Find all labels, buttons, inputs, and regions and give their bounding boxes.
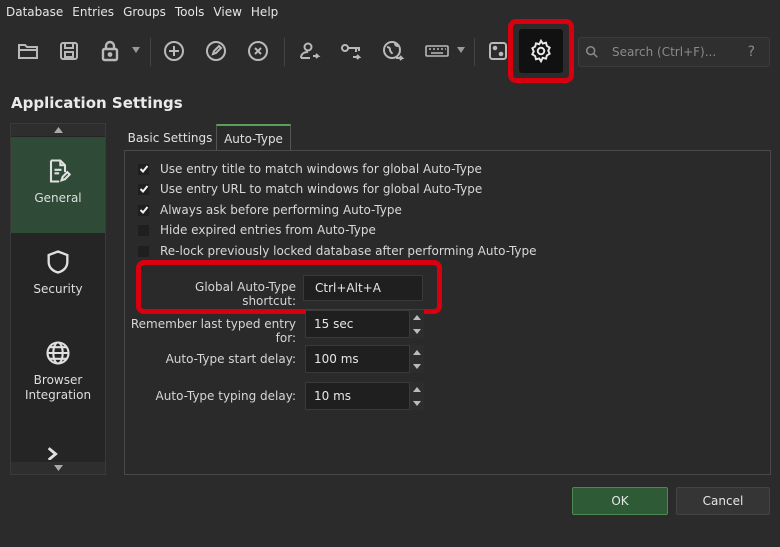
add-entry-icon[interactable] — [161, 38, 187, 64]
ok-button[interactable]: OK — [572, 487, 668, 515]
typing-delay-input[interactable]: 10 ms — [305, 382, 410, 410]
option-label: Hide expired entries from Auto-Type — [160, 223, 376, 237]
chevron-up-icon[interactable] — [413, 314, 421, 320]
toolbar-separator — [284, 38, 285, 66]
menu-database[interactable]: Database — [6, 0, 63, 24]
tab-basic-settings[interactable]: Basic Settings — [125, 124, 215, 151]
category-terminal[interactable] — [11, 440, 105, 460]
checkbox-unchecked[interactable] — [137, 244, 150, 258]
option-always-ask[interactable]: Always ask before performing Auto-Type — [137, 202, 402, 218]
option-label: Use entry URL to match windows for globa… — [160, 182, 483, 196]
settings-button[interactable] — [519, 29, 563, 73]
start-delay-stepper[interactable] — [410, 345, 424, 373]
category-label: General — [34, 191, 82, 205]
auto-type-icon[interactable] — [422, 38, 452, 64]
toolbar-separator — [150, 38, 151, 66]
cancel-button[interactable]: Cancel — [676, 487, 770, 515]
search-input[interactable]: Search (Ctrl+F)... ? — [578, 37, 770, 67]
option-label: Use entry title to match windows for glo… — [160, 162, 482, 176]
edit-entry-icon[interactable] — [203, 38, 229, 64]
remember-entry-input[interactable]: 15 sec — [305, 310, 410, 338]
copy-username-icon[interactable] — [296, 38, 322, 64]
typing-delay-stepper[interactable] — [410, 382, 424, 410]
checkbox-checked[interactable] — [137, 203, 150, 217]
category-scroll-up-button[interactable] — [11, 124, 105, 136]
shortcut-label: Global Auto-Type shortcut: — [195, 280, 296, 308]
lock-database-icon[interactable] — [97, 38, 123, 64]
delete-entry-icon[interactable] — [245, 38, 271, 64]
search-help-button[interactable]: ? — [748, 44, 755, 60]
menu-groups[interactable]: Groups — [123, 0, 166, 24]
checkbox-checked[interactable] — [137, 182, 150, 196]
chevron-down-icon[interactable] — [413, 328, 421, 334]
menu-tools[interactable]: Tools — [175, 0, 205, 24]
menu-help[interactable]: Help — [251, 0, 278, 24]
open-database-icon[interactable] — [15, 38, 41, 64]
chevron-up-icon[interactable] — [413, 386, 421, 392]
category-browser-integration[interactable]: Browser Integration — [11, 336, 105, 436]
remember-entry-label: Remember last typed entry for: — [130, 317, 296, 345]
lock-menu-chevron-down-icon[interactable] — [132, 46, 140, 54]
settings-category-list: General Security Browser Integration — [10, 123, 106, 475]
category-security[interactable]: Security — [11, 244, 105, 334]
page-title: Application Settings — [11, 94, 183, 112]
terminal-icon — [44, 440, 72, 460]
save-database-icon[interactable] — [56, 38, 82, 64]
option-match-window-title[interactable]: Use entry title to match windows for glo… — [137, 161, 482, 177]
start-delay-input[interactable]: 100 ms — [305, 345, 410, 373]
category-label: Security — [33, 282, 83, 296]
checkbox-unchecked[interactable] — [137, 223, 150, 237]
category-scroll-down-button[interactable] — [11, 462, 105, 474]
open-url-icon[interactable] — [380, 38, 406, 64]
tab-auto-type[interactable]: Auto-Type — [216, 124, 291, 151]
menu-entries[interactable]: Entries — [72, 0, 114, 24]
document-edit-icon — [44, 157, 72, 185]
copy-password-icon[interactable] — [338, 38, 364, 64]
option-hide-expired[interactable]: Hide expired entries from Auto-Type — [137, 222, 376, 238]
chevron-down-icon[interactable] — [413, 400, 421, 406]
global-shortcut-input[interactable]: Ctrl+Alt+A — [303, 275, 423, 301]
menu-view[interactable]: View — [213, 0, 241, 24]
menu-bar: Database Entries Groups Tools View Help — [0, 0, 780, 24]
chevron-up-icon[interactable] — [413, 349, 421, 355]
auto-type-chevron-down-icon[interactable] — [457, 46, 465, 54]
checkbox-checked[interactable] — [137, 162, 150, 176]
toolbar-separator — [474, 38, 475, 66]
category-general[interactable]: General — [11, 137, 105, 233]
option-relock-database[interactable]: Re-lock previously locked database after… — [137, 243, 537, 259]
category-label: Browser Integration — [24, 373, 92, 402]
typing-delay-label: Auto-Type typing delay: — [155, 389, 296, 403]
option-match-url[interactable]: Use entry URL to match windows for globa… — [137, 181, 482, 197]
shield-icon — [44, 248, 72, 276]
gear-icon — [528, 38, 554, 64]
start-delay-label: Auto-Type start delay: — [165, 352, 296, 366]
remember-entry-stepper[interactable] — [410, 310, 424, 338]
search-icon — [585, 45, 599, 59]
chevron-down-icon[interactable] — [413, 363, 421, 369]
option-label: Always ask before performing Auto-Type — [160, 203, 402, 217]
search-placeholder: Search (Ctrl+F)... — [612, 45, 717, 59]
option-label: Re-lock previously locked database after… — [160, 244, 537, 258]
globe-icon — [44, 339, 72, 367]
